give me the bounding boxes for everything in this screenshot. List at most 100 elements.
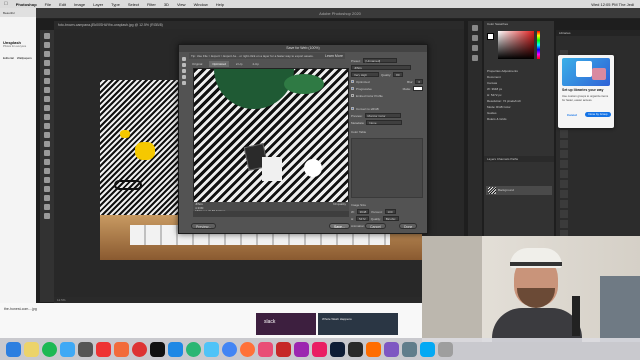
optimized-preview[interactable]	[193, 68, 349, 203]
browser-tab[interactable]: Beautiful	[0, 8, 36, 17]
embed-profile-checkbox[interactable]	[351, 94, 354, 97]
nav-wallpapers[interactable]: Wallpapers	[17, 56, 32, 60]
tab-original[interactable]: Original	[189, 61, 205, 67]
reminders-icon[interactable]	[114, 341, 129, 357]
brush-settings-icon[interactable]	[472, 35, 478, 41]
zoom-bar[interactable]	[193, 211, 349, 217]
quick-select-tool-icon[interactable]	[44, 60, 50, 66]
nav-editorial[interactable]: Editorial	[3, 56, 14, 60]
slack-ad[interactable]: slack	[256, 313, 316, 335]
menu-filter[interactable]: Filter	[147, 2, 156, 7]
files-icon[interactable]	[420, 341, 435, 357]
blur-tool-icon[interactable]	[44, 150, 50, 156]
layers-tabs[interactable]: Layers Channels Paths	[484, 156, 554, 162]
app-store-icon[interactable]	[60, 341, 75, 357]
paragraph-icon[interactable]	[472, 55, 478, 61]
finder-icon[interactable]	[6, 341, 21, 357]
tab-4-up[interactable]: 4-Up	[249, 61, 262, 67]
menu-select[interactable]: Select	[128, 2, 139, 7]
brush-tool-icon[interactable]	[44, 105, 50, 111]
youtube-icon[interactable]	[132, 341, 147, 357]
menu-3d[interactable]: 3D	[164, 2, 169, 7]
shape-tool-icon[interactable]	[44, 195, 50, 201]
preset-select[interactable]: [Unnamed]	[362, 58, 397, 63]
dodge-tool-icon[interactable]	[44, 159, 50, 165]
lightroom-icon[interactable]	[348, 341, 363, 357]
crop-tool-icon[interactable]	[44, 69, 50, 75]
spotify-icon[interactable]	[42, 341, 57, 357]
zoom-tool-icon[interactable]	[182, 69, 186, 73]
affinity-icon[interactable]	[384, 341, 399, 357]
libraries-tab[interactable]: Libraries	[556, 30, 640, 36]
hand-tool-icon[interactable]	[44, 204, 50, 210]
chrome-icon[interactable]	[222, 341, 237, 357]
popup-cancel-button[interactable]: Cancel	[567, 113, 577, 117]
menu-edit[interactable]: Edit	[59, 2, 66, 7]
popup-confirm-button[interactable]: Done by Group	[585, 112, 611, 117]
matte-select[interactable]	[413, 86, 423, 91]
eraser-tool-icon[interactable]	[44, 132, 50, 138]
preview-button[interactable]: Preview...	[191, 223, 217, 229]
illustrator-icon[interactable]	[366, 341, 381, 357]
marquee-tool-icon[interactable]	[44, 42, 50, 48]
tab-optimized[interactable]: Optimized	[209, 61, 229, 67]
lasso-tool-icon[interactable]	[44, 51, 50, 57]
quality-input[interactable]: 80	[393, 72, 403, 77]
eyedropper-tool-icon[interactable]	[182, 75, 186, 79]
height-input[interactable]: 5472	[356, 216, 369, 221]
character-icon[interactable]	[472, 45, 478, 51]
trash-icon[interactable]	[438, 341, 453, 357]
menu-type[interactable]: Type	[111, 2, 120, 7]
type-tool-icon[interactable]	[44, 177, 50, 183]
preview-select[interactable]: Monitor Color	[364, 113, 401, 118]
zoom-tool-icon[interactable]	[44, 213, 50, 219]
twitter-icon[interactable]	[204, 341, 219, 357]
slice-select-tool-icon[interactable]	[182, 63, 186, 67]
menu-help[interactable]: Help	[216, 2, 224, 7]
hue-slider[interactable]	[537, 31, 540, 59]
history-brush-tool-icon[interactable]	[44, 123, 50, 129]
menu-window[interactable]: Window	[194, 2, 208, 7]
layer-row-background[interactable]: Background	[486, 186, 552, 195]
menubar-clock[interactable]: Wed 12:05 PM The Jedi	[591, 2, 640, 7]
metadata-select[interactable]: None	[366, 120, 403, 125]
calendar-icon[interactable]	[96, 341, 111, 357]
foreground-color-swatch[interactable]	[487, 33, 494, 40]
healing-tool-icon[interactable]	[44, 96, 50, 102]
blur-input[interactable]: 0	[415, 79, 423, 84]
ad-banner[interactable]: Whole Wash Happens	[318, 313, 398, 335]
music-icon[interactable]	[258, 341, 273, 357]
menu-file[interactable]: File	[45, 2, 51, 7]
eyedropper-color-icon[interactable]	[182, 81, 186, 85]
menu-app[interactable]: Photoshop	[16, 2, 37, 7]
pen-tool-icon[interactable]	[44, 168, 50, 174]
pdf-icon[interactable]	[312, 341, 327, 357]
frame-tool-icon[interactable]	[44, 78, 50, 84]
resample-select[interactable]: Bicubic	[382, 216, 399, 221]
document-tab[interactable]: foto-brown-campana-jEk00SHAYfw-unsplash.…	[54, 21, 464, 29]
path-select-tool-icon[interactable]	[44, 186, 50, 192]
color-field[interactable]	[498, 31, 534, 59]
progressive-checkbox[interactable]	[351, 87, 354, 90]
browser-icon[interactable]	[168, 341, 183, 357]
quality-level-select[interactable]: Very High	[351, 72, 379, 77]
eyedropper-tool-icon[interactable]	[44, 87, 50, 93]
opera-icon[interactable]	[276, 341, 291, 357]
menu-view[interactable]: View	[177, 2, 186, 7]
menu-image[interactable]: Image	[74, 2, 85, 7]
download-item[interactable]: the-honest-com....jpg	[4, 307, 37, 311]
save-button[interactable]: Save...	[329, 223, 350, 229]
history-icon[interactable]	[472, 25, 478, 31]
clone-stamp-tool-icon[interactable]	[44, 114, 50, 120]
width-input[interactable]: 3648	[356, 209, 370, 214]
done-button[interactable]: Done	[399, 223, 418, 229]
learn-more-link[interactable]: Learn More	[325, 54, 343, 58]
menu-layer[interactable]: Layer	[93, 2, 103, 7]
cancel-button[interactable]: Cancel	[365, 223, 386, 229]
gradient-tool-icon[interactable]	[44, 141, 50, 147]
premiere-icon[interactable]	[294, 341, 309, 357]
percent-input[interactable]: 100	[384, 209, 396, 214]
messages-icon[interactable]	[186, 341, 201, 357]
format-select[interactable]: JPEG	[351, 65, 411, 70]
move-tool-icon[interactable]	[44, 33, 50, 39]
